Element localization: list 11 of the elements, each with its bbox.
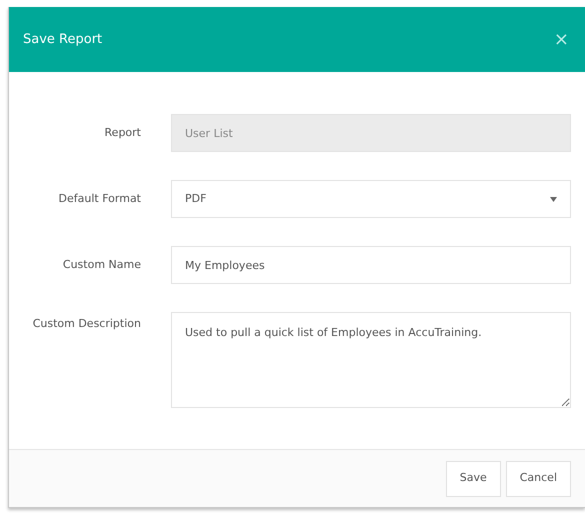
field-label: Custom Name: [62, 257, 141, 272]
field-label: Report: [104, 125, 141, 140]
description-field[interactable]: Used to pull a quick list of Employees in AccuTraining.: [171, 312, 571, 408]
dialog-button[interactable]: Save: [446, 460, 501, 496]
dialog-button[interactable]: Cancel: [506, 460, 571, 496]
field-label: Custom Description: [32, 316, 141, 331]
caret-icon: [550, 196, 557, 202]
dialog-title: Save Report: [23, 30, 102, 49]
field-label: Default Format: [58, 191, 141, 206]
input-field[interactable]: My Employees: [171, 246, 571, 284]
format-dropdown[interactable]: PDF: [171, 180, 571, 218]
